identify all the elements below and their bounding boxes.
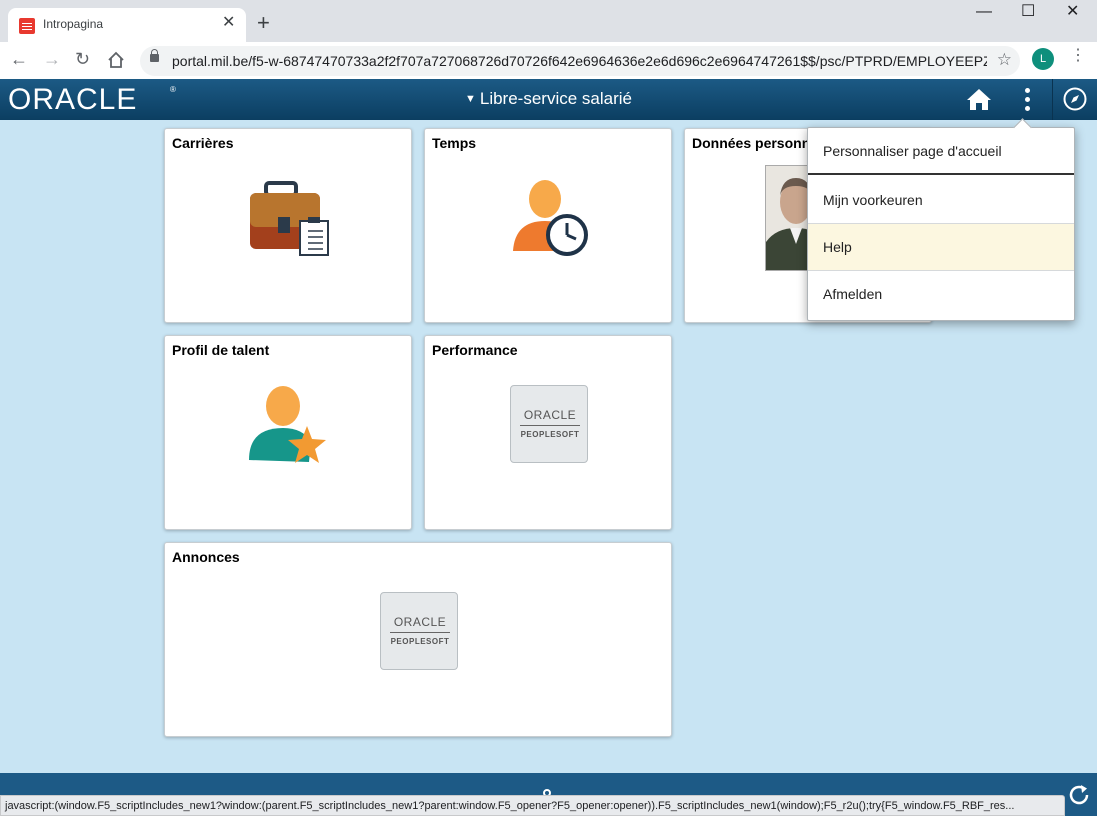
profile-avatar[interactable]: L xyxy=(1032,48,1054,70)
browser-tabstrip: Intropagina ✕ + — ☐ ✕ xyxy=(0,0,1097,42)
page-title: Libre-service salarié xyxy=(479,89,632,108)
actions-dropdown: Personnaliser page d'accueil Mijn voorke… xyxy=(807,127,1075,321)
ps-logo-oracle: ORACLE xyxy=(523,408,577,422)
caret-down-icon: ▼ xyxy=(464,93,476,105)
peoplesoft-logo: ORACLE PEOPLESOFT xyxy=(510,385,588,463)
tile-title: Temps xyxy=(432,135,477,151)
menu-item-help[interactable]: Help xyxy=(808,224,1074,271)
ps-logo-oracle: ORACLE xyxy=(393,615,447,629)
back-icon[interactable]: ← xyxy=(10,50,28,68)
menu-item-preferences[interactable]: Mijn voorkeuren xyxy=(808,177,1074,224)
browser-status-bar: javascript:(window.F5_scriptIncludes_new… xyxy=(0,795,1065,816)
ps-logo-peoplesoft: PEOPLESOFT xyxy=(390,637,450,646)
browser-tab[interactable]: Intropagina ✕ xyxy=(8,8,246,42)
refresh-icon[interactable] xyxy=(1066,782,1092,808)
minimize-icon[interactable]: — xyxy=(976,4,992,20)
ps-logo-rule xyxy=(390,632,450,633)
tile-title: Carrières xyxy=(172,135,234,151)
tab-title: Intropagina xyxy=(43,17,104,31)
bookmark-star-icon[interactable]: ☆ xyxy=(997,50,1012,70)
lock-icon xyxy=(150,49,159,62)
tile-annonces[interactable]: Annonces ORACLE PEOPLESOFT xyxy=(164,542,672,737)
tile-performance[interactable]: Performance ORACLE PEOPLESOFT xyxy=(424,335,672,530)
tile-title: Annonces xyxy=(172,549,240,565)
header-divider xyxy=(1052,79,1053,120)
menu-item-sign-out[interactable]: Afmelden xyxy=(808,271,1074,318)
tile-title: Performance xyxy=(432,342,518,358)
home-icon[interactable] xyxy=(966,87,992,111)
talent-star-icon xyxy=(249,386,326,463)
window-close-icon[interactable]: ✕ xyxy=(1066,4,1079,20)
tile-profil-de-talent[interactable]: Profil de talent xyxy=(164,335,412,530)
briefcase-icon xyxy=(250,181,329,256)
url-text: portal.mil.be/f5-w-68747470733a2f2f707a7… xyxy=(172,53,987,69)
actions-menu-icon[interactable] xyxy=(1020,88,1034,112)
homepage-selector[interactable]: ▼ Libre-service salarié xyxy=(0,89,1097,109)
new-tab-icon[interactable]: + xyxy=(257,12,270,34)
forward-icon[interactable]: → xyxy=(43,50,61,68)
browser-home-icon[interactable] xyxy=(107,51,125,69)
peoplesoft-logo: ORACLE PEOPLESOFT xyxy=(380,592,458,670)
reload-icon[interactable]: ↻ xyxy=(75,50,90,68)
ps-logo-peoplesoft: PEOPLESOFT xyxy=(520,430,580,439)
browser-menu-icon[interactable]: ⋮ xyxy=(1070,48,1086,64)
favicon-icon xyxy=(19,18,35,34)
clock-person-icon xyxy=(513,180,588,256)
menu-item-personalize-homepage[interactable]: Personnaliser page d'accueil xyxy=(808,128,1074,175)
address-bar[interactable]: portal.mil.be/f5-w-68747470733a2f2f707a7… xyxy=(140,46,1020,76)
close-tab-icon[interactable]: ✕ xyxy=(222,15,235,31)
tile-temps[interactable]: Temps xyxy=(424,128,672,323)
ps-logo-rule xyxy=(520,425,580,426)
navbar-compass-icon[interactable] xyxy=(1063,87,1087,111)
tile-title: Profil de talent xyxy=(172,342,270,358)
browser-toolbar: ← → ↻ portal.mil.be/f5-w-68747470733a2f2… xyxy=(0,42,1097,79)
app-header: ORACLE ® ▼ Libre-service salarié xyxy=(0,79,1097,120)
maximize-icon[interactable]: ☐ xyxy=(1021,4,1035,20)
tile-carrieres[interactable]: Carrières xyxy=(164,128,412,323)
